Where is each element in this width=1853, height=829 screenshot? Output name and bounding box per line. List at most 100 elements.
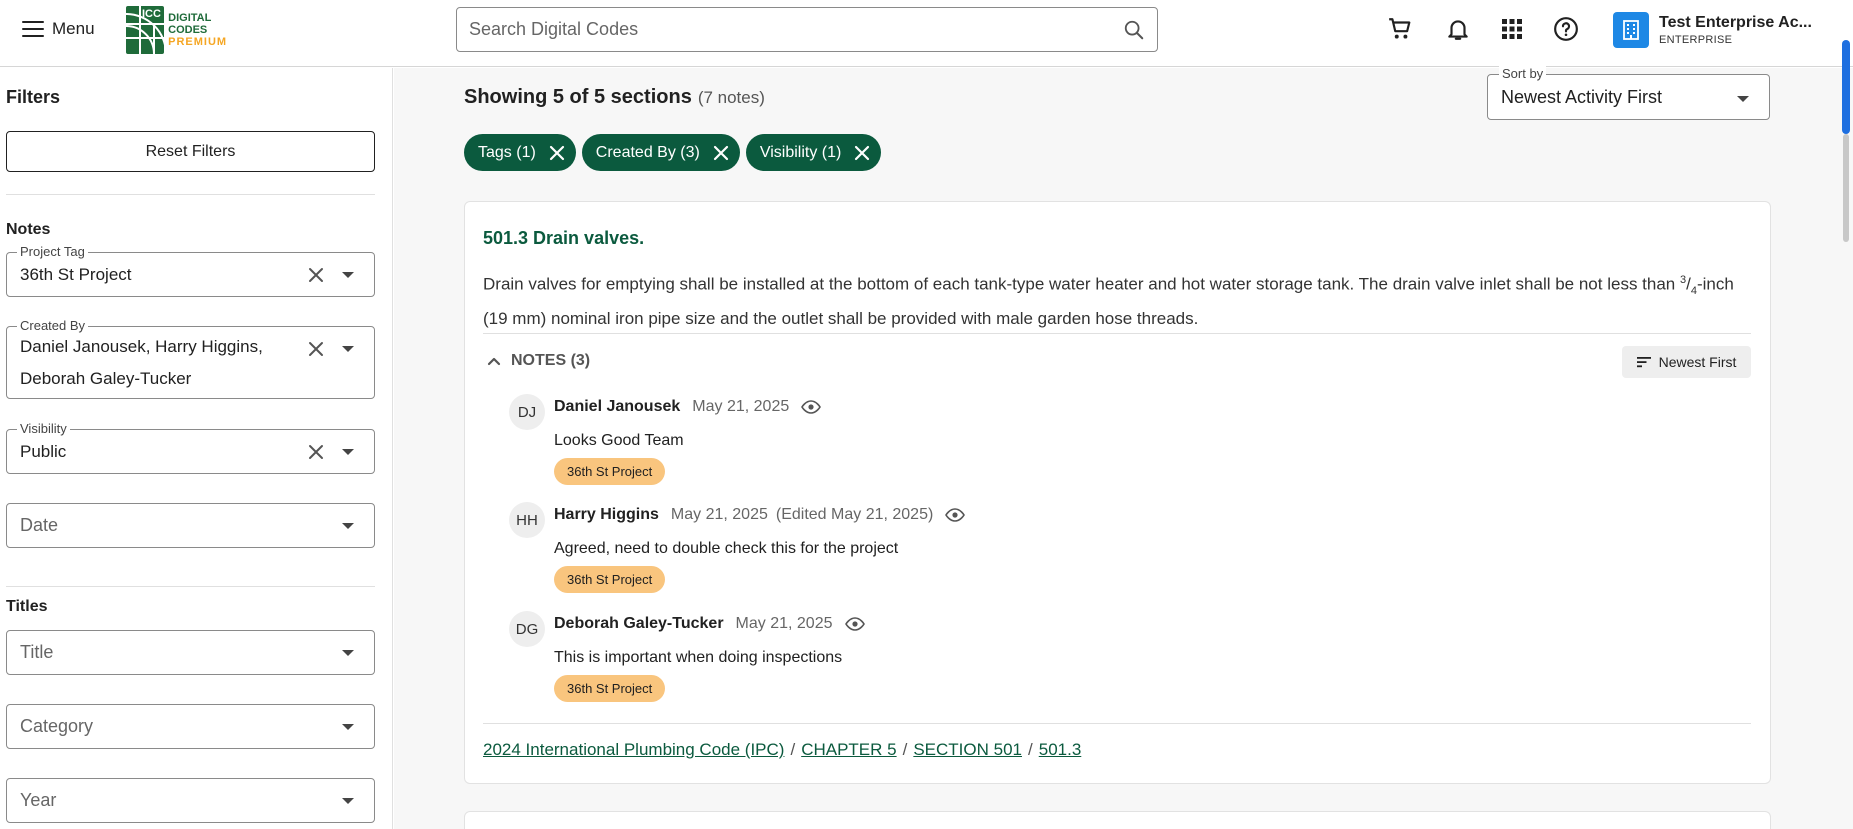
avatar: DG [509, 611, 545, 647]
clear-icon[interactable] [306, 442, 326, 462]
logo-wordmark: DIGITAL CODES PREMIUM [168, 12, 242, 48]
avatar: HH [509, 502, 545, 538]
date-select[interactable]: Date [6, 503, 375, 548]
eye-icon [945, 508, 966, 522]
scrollbar-thumb[interactable] [1842, 40, 1850, 134]
divider [483, 333, 1751, 334]
close-icon[interactable] [710, 142, 732, 164]
hamburger-icon [22, 21, 44, 37]
note-text: This is important when doing inspections [554, 649, 843, 666]
note-edited: (Edited May 21, 2025) [775, 506, 934, 523]
project-tag-badge[interactable]: 36th St Project [554, 566, 666, 593]
account-menu[interactable]: Test Enterprise Ac... ENTERPRISE [1613, 12, 1823, 48]
created-by-value-line1: Daniel Janousek, Harry Higgins, [20, 337, 263, 356]
breadcrumb-link-chapter[interactable]: CHAPTER 5 [801, 740, 896, 760]
cart-icon[interactable] [1385, 14, 1415, 44]
titles-section-heading: Titles [6, 598, 48, 615]
notes-count: (7 notes) [697, 88, 765, 107]
breadcrumb-link-section[interactable]: SECTION 501 [913, 740, 1022, 760]
created-by-value-line2: Deborah Galey-Tucker [20, 369, 192, 388]
project-tag-select[interactable]: Project Tag 36th St Project [6, 244, 375, 297]
search-box[interactable] [456, 7, 1158, 52]
divider [483, 723, 1751, 724]
notes-section-heading: Notes [6, 221, 51, 238]
project-tag-badge[interactable]: 36th St Project [554, 675, 666, 702]
breadcrumb-link-subsection[interactable]: 501.3 [1039, 740, 1082, 760]
note-author: Harry Higgins [554, 506, 659, 523]
chevron-down-icon[interactable] [342, 523, 354, 529]
chip-label: Created By (3) [595, 143, 700, 161]
breadcrumb-separator: / [790, 740, 796, 759]
main-content: Showing 5 of 5 sections (7 notes) Sort by… [394, 66, 1853, 829]
account-info: Test Enterprise Ac... ENTERPRISE [1659, 14, 1812, 46]
notes-sort-button[interactable]: Newest First [1622, 346, 1751, 378]
note-meta: Daniel Janousek May 21, 2025 [554, 398, 822, 416]
section-title[interactable]: 501.3 Drain valves. [483, 228, 644, 249]
menu-label: Menu [52, 19, 95, 38]
note-author: Daniel Janousek [554, 398, 681, 415]
search-icon[interactable] [1111, 8, 1157, 52]
section-body-text: Drain valves for emptying shall be insta… [483, 274, 1680, 294]
section-card: 501.3 Drain valves. Drain valves for emp… [464, 201, 1771, 784]
clear-icon[interactable] [306, 265, 326, 285]
filters-sidebar: Filters Reset Filters Notes Project Tag … [0, 68, 393, 829]
scrollbar-track[interactable] [1843, 134, 1849, 242]
menu-button[interactable]: Menu [22, 17, 95, 41]
chevron-down-icon[interactable] [342, 272, 354, 278]
sort-label: Sort by [1499, 66, 1547, 82]
chevron-down-icon[interactable] [342, 724, 354, 730]
category-placeholder: Category [20, 716, 94, 736]
eye-icon [844, 617, 865, 631]
category-select[interactable]: Category [6, 704, 375, 749]
notes-header: NOTES (3) [511, 352, 591, 369]
close-icon[interactable] [851, 142, 873, 164]
logo-mark-text: ICC [142, 8, 161, 20]
logo-line2: PREMIUM [168, 36, 228, 48]
visibility-select[interactable]: Visibility Public [6, 421, 375, 474]
note-date: May 21, 2025 [735, 615, 833, 632]
building-icon [1613, 12, 1649, 48]
chevron-down-icon[interactable] [342, 346, 354, 352]
filter-chip-created-by[interactable]: Created By (3) [581, 134, 740, 171]
section-card [464, 811, 1771, 829]
note-text: Agreed, need to double check this for th… [554, 540, 899, 557]
filter-chip-tags[interactable]: Tags (1) [464, 134, 576, 171]
chevron-down-icon[interactable] [1737, 96, 1749, 102]
year-select[interactable]: Year [6, 778, 375, 823]
filters-title: Filters [6, 87, 61, 107]
created-by-select[interactable]: Created By Daniel Janousek, Harry Higgin… [6, 318, 375, 399]
chevron-up-icon [487, 357, 501, 366]
divider [6, 586, 375, 587]
search-input[interactable] [469, 19, 1111, 40]
chip-label: Visibility (1) [759, 143, 842, 161]
help-icon[interactable] [1551, 14, 1581, 44]
top-header: Menu ICC DIGITAL CODES PREMIUM Search Di… [0, 0, 1853, 67]
section-body: Drain valves for emptying shall be insta… [483, 267, 1763, 332]
reset-filters-button[interactable]: Reset Filters [6, 131, 375, 172]
note-meta: Harry Higgins May 21, 2025 (Edited May 2… [554, 506, 966, 524]
avatar: DJ [509, 394, 545, 430]
close-icon[interactable] [546, 142, 568, 164]
filter-chip-visibility[interactable]: Visibility (1) [745, 134, 882, 171]
project-tag-badge[interactable]: 36th St Project [554, 458, 666, 485]
showing-text: Showing 5 of 5 sections [464, 86, 692, 108]
title-placeholder: Title [20, 642, 54, 662]
chip-label: Tags (1) [478, 143, 536, 161]
sort-select[interactable]: Sort by Newest Activity First [1487, 66, 1770, 120]
sort-lines-icon [1636, 357, 1651, 368]
visibility-label: Visibility [17, 421, 70, 437]
breadcrumb-link-code[interactable]: 2024 International Plumbing Code (IPC) [483, 740, 784, 760]
apps-grid-icon[interactable] [1497, 14, 1527, 44]
note-date: May 21, 2025 [670, 506, 768, 523]
icc-logo[interactable]: ICC DIGITAL CODES PREMIUM [126, 6, 242, 54]
clear-icon[interactable] [306, 339, 326, 359]
chevron-down-icon[interactable] [342, 798, 354, 804]
notes-toggle[interactable]: NOTES (3) [487, 350, 590, 372]
breadcrumb: 2024 International Plumbing Code (IPC) /… [483, 740, 1081, 760]
note-date: May 21, 2025 [692, 398, 790, 415]
chevron-down-icon[interactable] [342, 449, 354, 455]
page-scrollbar[interactable] [1838, 40, 1853, 829]
title-select[interactable]: Title [6, 630, 375, 675]
chevron-down-icon[interactable] [342, 650, 354, 656]
bell-icon[interactable] [1443, 14, 1473, 44]
